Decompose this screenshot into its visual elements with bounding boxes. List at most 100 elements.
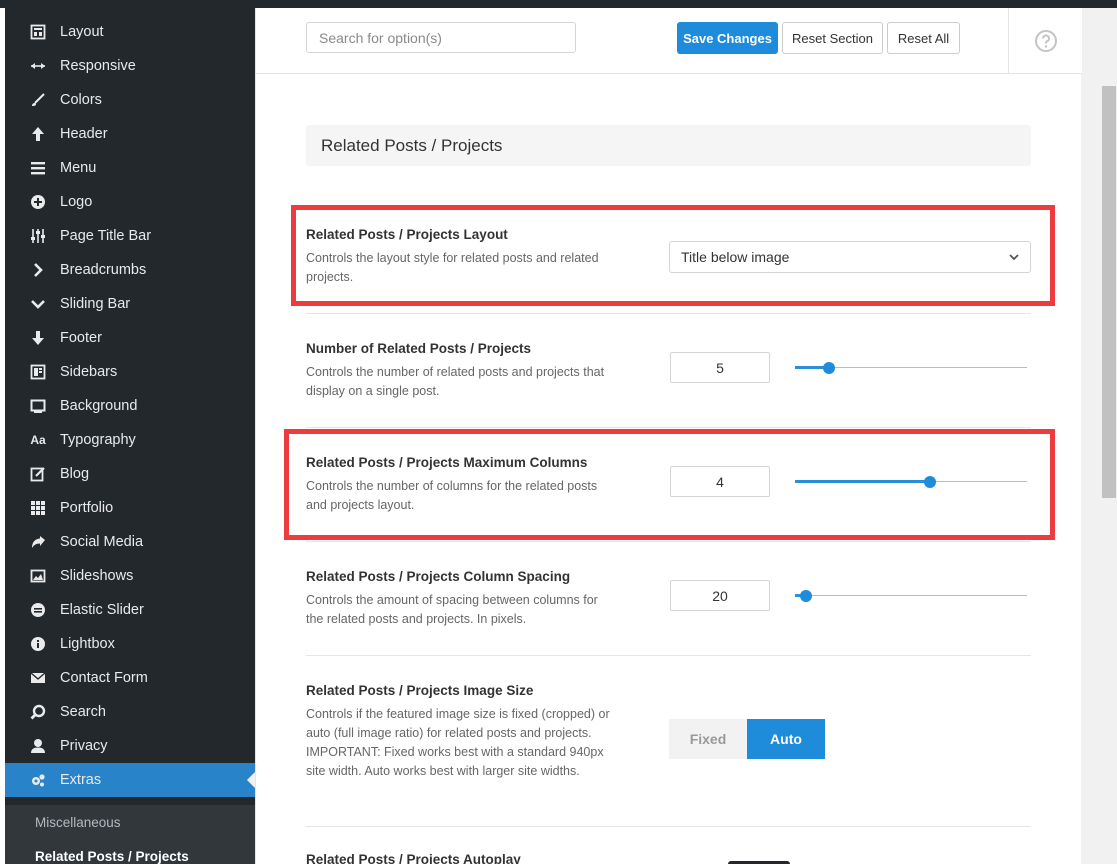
number-value-input[interactable]: 5 [670,352,770,383]
sidebar-item-extras[interactable]: Extras [5,763,255,797]
sidebar-item-label: Lightbox [60,636,115,652]
sidebar-item-label: Responsive [60,58,136,74]
sidebar-item-lightbox[interactable]: Lightbox [5,627,255,661]
sidebar-item-background[interactable]: Background [5,389,255,423]
question-circle-icon [1034,30,1057,52]
options-header: Save Changes Reset Section Reset All [256,8,1082,74]
image-size-toggle: Fixed Auto [669,719,825,759]
sidebar-item-responsive[interactable]: Responsive [5,49,255,83]
arrow-up-icon [29,125,47,143]
help-button[interactable] [1008,8,1082,74]
sidebar-item-elastic-slider[interactable]: Elastic Slider [5,593,255,627]
sidebar-item-label: Social Media [60,534,144,550]
sidebar-item-layout[interactable]: Layout [5,15,255,49]
scrollbar[interactable] [1101,8,1117,864]
hamburger-icon [29,159,47,177]
field-label: Number of Related Posts / Projects [306,341,532,356]
highlight-box-layout [291,205,1055,306]
sidebar-item-label: Sliding Bar [60,296,131,312]
sidebar-subitem-miscellaneous[interactable]: Miscellaneous [5,805,255,839]
sidebar-item-label: Privacy [60,738,108,754]
circle-minus-icon [29,601,47,619]
spacing-value-input[interactable]: 20 [670,580,770,611]
sidebar-item-colors[interactable]: Colors [5,83,255,117]
sidebar-item-contact-form[interactable]: Contact Form [5,661,255,695]
grid-icon [29,499,47,517]
brush-icon [29,91,47,109]
sidebar-item-page-title-bar[interactable]: Page Title Bar [5,219,255,253]
sidebar-item-label: Search [60,704,106,720]
layout-icon [29,23,47,41]
sidebar-item-label: Extras [60,772,102,788]
monitor-icon [29,397,47,415]
envelope-icon [29,669,47,687]
spacing-slider[interactable] [795,589,1027,603]
field-autoplay: Related Posts / Projects Autoplay [306,852,1031,864]
sidebar-item-typography[interactable]: Aa Typography [5,423,255,457]
gears-icon [29,771,47,789]
sidebar-item-sidebars[interactable]: Sidebars [5,355,255,389]
sidebar-item-blog[interactable]: Blog [5,457,255,491]
edit-icon [29,465,47,483]
sidebar-icon [29,363,47,381]
share-icon [29,533,47,551]
sidebar: Layout Responsive Colors Header Menu Log… [0,8,255,864]
sidebar-item-menu[interactable]: Menu [5,151,255,185]
image-size-option-fixed[interactable]: Fixed [669,719,747,759]
sidebar-item-label: Page Title Bar [60,228,152,244]
sidebar-item-privacy[interactable]: Privacy [5,729,255,763]
image-icon [29,567,47,585]
sidebar-item-search[interactable]: Search [5,695,255,729]
save-changes-button[interactable]: Save Changes [677,22,778,54]
sidebar-item-label: Layout [60,24,104,40]
sidebar-item-label: Elastic Slider [60,602,144,618]
sidebar-item-slideshows[interactable]: Slideshows [5,559,255,593]
reset-section-button[interactable]: Reset Section [782,22,883,54]
typography-icon: Aa [30,433,46,447]
field-description: Controls the number of related posts and… [306,365,605,398]
slider-handle[interactable] [823,362,835,374]
sidebar-item-header[interactable]: Header [5,117,255,151]
slider-track [795,595,1027,596]
field-label: Related Posts / Projects Image Size [306,683,534,698]
search-icon [29,703,47,721]
field-label: Related Posts / Projects Column Spacing [306,569,571,584]
divider [306,427,1031,428]
highlight-box-columns [284,429,1055,540]
divider [306,655,1031,656]
sidebar-item-label: Logo [60,194,93,210]
search-input[interactable] [306,22,576,53]
slider-handle[interactable] [800,590,812,602]
sidebar-item-label: Typography [60,432,136,448]
scrollbar-thumb[interactable] [1102,86,1116,498]
sidebar-item-label: Sidebars [60,364,118,380]
reset-all-button[interactable]: Reset All [887,22,960,54]
sidebar-item-social-media[interactable]: Social Media [5,525,255,559]
sidebar-item-label: Header [60,126,108,142]
sidebar-item-label: Contact Form [60,670,148,686]
divider [306,826,1031,827]
sidebar-item-label: Footer [60,330,102,346]
sidebar-nav: Layout Responsive Colors Header Menu Log… [5,15,255,797]
sidebar-item-label: Breadcrumbs [60,262,147,278]
sidebar-item-logo[interactable]: Logo [5,185,255,219]
sidebar-submenu: Miscellaneous Related Posts / Projects [5,805,255,864]
sliders-icon [29,227,47,245]
sidebar-item-footer[interactable]: Footer [5,321,255,355]
sidebar-item-sliding-bar[interactable]: Sliding Bar [5,287,255,321]
sidebar-item-breadcrumbs[interactable]: Breadcrumbs [5,253,255,287]
arrows-horizontal-icon [29,57,47,75]
sidebar-item-label: Portfolio [60,500,114,516]
sidebar-item-label: Colors [60,92,102,108]
image-size-option-auto[interactable]: Auto [747,719,825,759]
sidebar-subitem-related-posts[interactable]: Related Posts / Projects [5,839,255,864]
arrow-down-icon [29,329,47,347]
sidebar-item-label: Blog [60,466,90,482]
sidebar-item-label: Slideshows [60,568,134,584]
sidebar-item-portfolio[interactable]: Portfolio [5,491,255,525]
sidebar-item-label: Menu [60,160,97,176]
field-description: Controls the amount of spacing between c… [306,593,598,626]
chevron-right-icon [29,261,47,279]
number-slider[interactable] [795,361,1027,375]
field-description: Controls if the featured image size is f… [306,707,610,778]
